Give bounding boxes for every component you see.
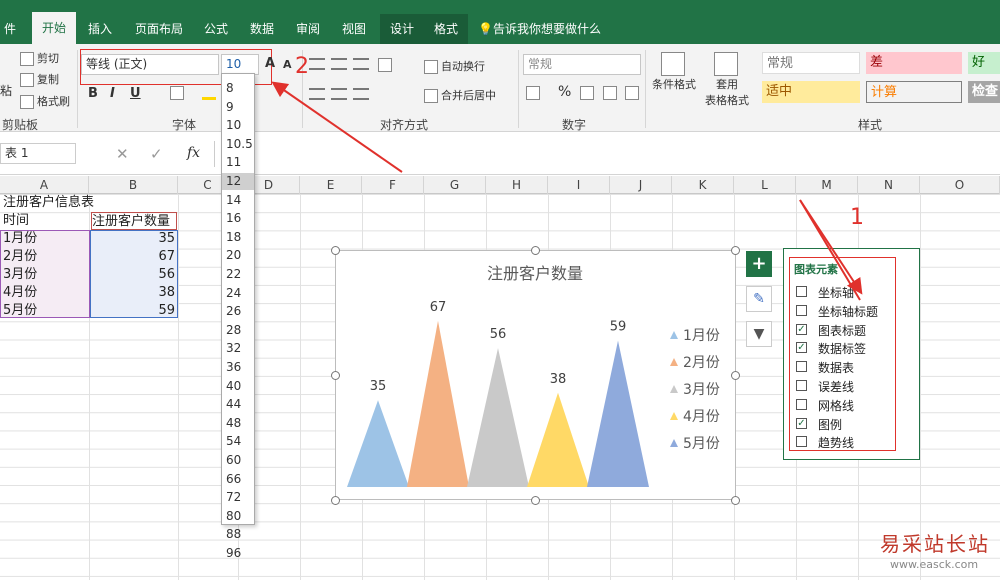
annotation-arrow (799, 199, 863, 295)
annotation-arrows (271, 81, 863, 301)
watermark-text: 易采站长站 (880, 532, 990, 556)
watermark-url: www.easck.com (890, 558, 979, 571)
annotation-arrow (271, 81, 403, 173)
